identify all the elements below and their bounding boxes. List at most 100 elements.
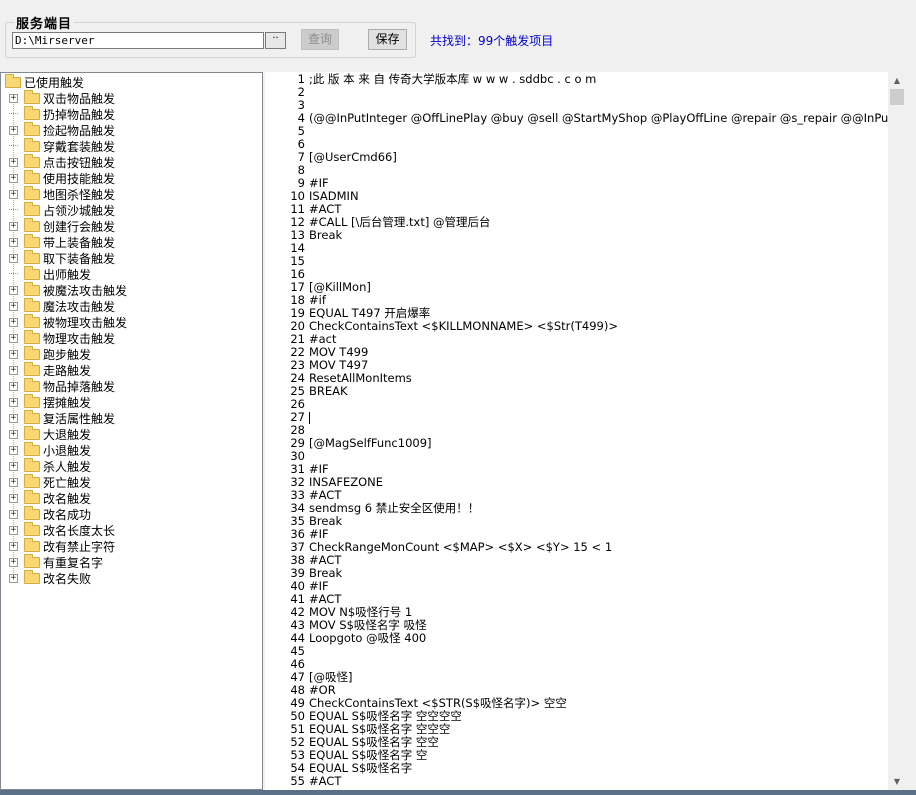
tree-item[interactable]: + 改有禁止字符 bbox=[9, 537, 115, 554]
line-text: BREAK bbox=[309, 384, 348, 398]
tree-item[interactable]: + 物品掉落触发 bbox=[9, 377, 115, 394]
tree-item[interactable]: + 捡起物品触发 bbox=[9, 121, 116, 138]
tree-item[interactable]: + 复活属性触发 bbox=[9, 409, 115, 426]
expand-icon[interactable]: + bbox=[9, 317, 18, 327]
tree-item-label: 使用技能触发 bbox=[43, 171, 116, 186]
tree-item[interactable]: + 双击物品触发 bbox=[9, 89, 115, 106]
tree-item[interactable]: + 被魔法攻击触发 bbox=[9, 281, 128, 298]
expand-icon[interactable]: + bbox=[9, 493, 18, 503]
query-button[interactable]: 查询 bbox=[301, 29, 339, 50]
line-text: MOV T499 bbox=[309, 345, 369, 359]
tree-item[interactable]: + 取下装备触发 bbox=[9, 249, 115, 266]
save-button[interactable]: 保存 bbox=[368, 29, 407, 50]
expand-icon[interactable]: + bbox=[9, 301, 18, 311]
expand-icon[interactable]: + bbox=[9, 253, 18, 263]
expand-icon[interactable]: + bbox=[9, 397, 18, 407]
code-line[interactable]: 4 (@@InPutInteger @OffLinePlay @buy @sell… bbox=[265, 112, 900, 125]
expand-icon[interactable]: + bbox=[9, 157, 18, 167]
line-text: #CALL [\后台管理.txt] @管理后台 bbox=[309, 215, 491, 229]
line-text: CheckContainsText <$KILLMONNAME> <$Str(T… bbox=[309, 319, 618, 333]
code-line[interactable]: 55 #ACT bbox=[265, 775, 341, 788]
code-line[interactable]: 25 BREAK bbox=[265, 384, 348, 398]
tree-item[interactable]: + 改名失败 bbox=[9, 569, 91, 586]
expand-icon[interactable]: + bbox=[9, 285, 18, 295]
line-text: EQUAL S$吸怪名字 bbox=[309, 761, 413, 775]
tree-item[interactable]: + 改名长度太长 bbox=[9, 521, 116, 538]
expand-icon[interactable]: + bbox=[9, 189, 18, 199]
tree-item[interactable]: + 物理攻击触发 bbox=[9, 329, 115, 346]
tree-item[interactable]: + 摆摊触发 bbox=[9, 393, 91, 410]
expand-icon[interactable]: + bbox=[9, 381, 18, 391]
expand-icon[interactable]: + bbox=[9, 125, 18, 135]
tree-item[interactable]: + 被物理攻击触发 bbox=[9, 313, 127, 330]
tree-item[interactable]: + 地图杀怪触发 bbox=[9, 185, 115, 202]
browse-button[interactable]: ·· bbox=[265, 32, 286, 49]
tree-item[interactable]: + 改名触发 bbox=[9, 489, 91, 506]
folder-icon bbox=[24, 473, 40, 488]
expand-icon[interactable]: + bbox=[9, 221, 18, 231]
tree-item-label: 创建行会触发 bbox=[43, 219, 116, 234]
tree-item-label: 被魔法攻击触发 bbox=[43, 283, 128, 298]
folder-icon bbox=[24, 537, 40, 552]
expand-icon[interactable]: + bbox=[9, 461, 18, 471]
tree-item-label: 捡起物品触发 bbox=[43, 123, 116, 138]
line-text: sendmsg 6 禁止安全区使用！！ bbox=[309, 501, 480, 515]
line-text: Loopgoto @吸怪 400 bbox=[309, 631, 427, 645]
tree-item[interactable]: + 点击按钮触发 bbox=[9, 153, 115, 170]
tree-item[interactable]: 穿戴套装触发 bbox=[9, 137, 115, 154]
expand-icon[interactable]: + bbox=[9, 573, 18, 583]
expand-icon[interactable]: + bbox=[9, 509, 18, 519]
tree-item[interactable]: + 带上装备触发 bbox=[9, 233, 115, 250]
line-text: #IF bbox=[309, 462, 329, 476]
expand-icon[interactable]: + bbox=[9, 333, 18, 343]
line-text: #OR bbox=[309, 683, 336, 697]
tree-item[interactable]: + 大退触发 bbox=[9, 425, 91, 442]
expand-icon[interactable]: + bbox=[9, 557, 18, 567]
expand-icon[interactable]: + bbox=[9, 541, 18, 551]
scroll-up-icon[interactable]: ▲ bbox=[888, 72, 906, 89]
tree-item[interactable]: 扔掉物品触发 bbox=[9, 105, 115, 122]
code-line[interactable]: 1 ;此 版 本 来 自 传奇大学版本库 w w w . sddbc . c o … bbox=[265, 72, 597, 86]
tree-root[interactable]: 已使用触发 bbox=[5, 73, 84, 90]
scroll-down-icon[interactable]: ▼ bbox=[888, 773, 906, 790]
tree-item[interactable]: + 有重复名字 bbox=[9, 553, 103, 570]
server-path-input[interactable]: D:\Mirserver bbox=[12, 32, 264, 49]
trigger-tree[interactable]: 已使用触发 + 双击物品触发 扔掉物品触发 + 捡起物品触发 穿戴套装触发 + 点击按钮触发 +… bbox=[0, 72, 263, 790]
line-text: #if bbox=[309, 293, 326, 307]
tree-item[interactable]: 出师触发 bbox=[9, 265, 91, 282]
expand-icon[interactable]: + bbox=[9, 173, 18, 183]
folder-icon bbox=[24, 489, 40, 504]
code-line[interactable]: 7 [@UserCmd66] bbox=[265, 151, 397, 164]
expand-icon[interactable]: + bbox=[9, 429, 18, 439]
tree-item[interactable]: + 魔法攻击触发 bbox=[9, 297, 116, 314]
expand-icon[interactable]: + bbox=[9, 525, 18, 535]
editor-vertical-scrollbar[interactable]: ▲ ▼ bbox=[888, 72, 906, 790]
folder-icon bbox=[24, 217, 40, 232]
line-text: #ACT bbox=[309, 202, 342, 216]
tree-item[interactable]: + 走路触发 bbox=[9, 361, 91, 378]
tree-item[interactable]: + 小退触发 bbox=[9, 441, 91, 458]
tree-item[interactable]: + 跑步触发 bbox=[9, 345, 91, 362]
tree-item-label: 改名长度太长 bbox=[43, 523, 116, 538]
tree-item[interactable]: + 创建行会触发 bbox=[9, 217, 116, 234]
tree-item[interactable]: + 杀人触发 bbox=[9, 457, 91, 474]
expand-icon[interactable]: + bbox=[9, 93, 18, 103]
line-text: Break bbox=[309, 566, 343, 580]
expand-icon[interactable]: + bbox=[9, 413, 18, 423]
code-line[interactable]: 44 Loopgoto @吸怪 400 bbox=[265, 632, 426, 645]
tree-item[interactable]: + 改名成功 bbox=[9, 505, 91, 522]
expand-icon[interactable]: + bbox=[9, 445, 18, 455]
tree-item[interactable]: 占领沙城触发 bbox=[9, 201, 115, 218]
tree-item[interactable]: + 死亡触发 bbox=[9, 473, 91, 490]
expand-icon[interactable]: + bbox=[9, 477, 18, 487]
scroll-thumb[interactable] bbox=[890, 89, 904, 105]
expand-icon[interactable]: + bbox=[9, 349, 18, 359]
tree-item[interactable]: + 使用技能触发 bbox=[9, 169, 116, 186]
folder-icon bbox=[24, 569, 40, 584]
expand-icon[interactable]: + bbox=[9, 365, 18, 375]
line-text: ;此 版 本 来 自 传奇大学版本库 w w w . sddbc . c o m bbox=[309, 72, 597, 86]
expand-icon[interactable]: + bbox=[9, 237, 18, 247]
folder-icon bbox=[24, 265, 40, 280]
script-editor[interactable]: 1 ;此 版 本 来 自 传奇大学版本库 w w w . sddbc . c o … bbox=[265, 72, 906, 790]
tree-item-label: 魔法攻击触发 bbox=[43, 299, 116, 314]
